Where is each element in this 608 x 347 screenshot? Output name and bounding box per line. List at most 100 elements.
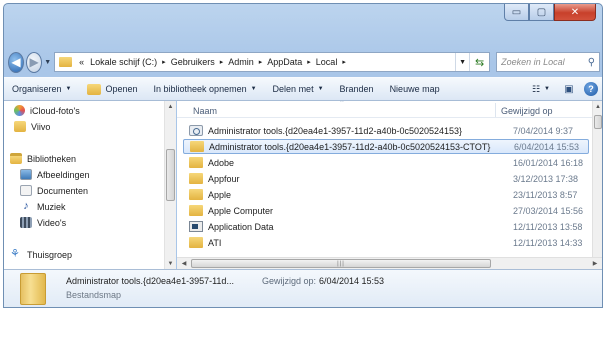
column-header-row: ⌃ Naam Gewijzigd op	[177, 101, 602, 118]
file-row[interactable]: Application Data 12/11/2013 13:58	[183, 219, 589, 234]
breadcrumb-local-disk[interactable]: Lokale schijf (C:)	[90, 57, 157, 67]
scroll-up-icon[interactable]: ▲	[593, 104, 602, 110]
folder-icon	[59, 57, 73, 67]
file-row[interactable]: Appfour 3/12/2013 17:38	[183, 171, 589, 186]
chevron-right-icon[interactable]: ▸	[307, 58, 311, 66]
arrow-left-icon: ◀	[11, 55, 21, 69]
icloud-icon	[14, 105, 25, 116]
scroll-thumb[interactable]	[594, 115, 602, 129]
search-placeholder: Zoeken in Local	[501, 57, 565, 67]
organize-button[interactable]: Organiseren ▼	[4, 78, 79, 100]
folder-icon	[189, 205, 203, 216]
back-button[interactable]: ◀	[8, 51, 25, 73]
file-row[interactable]: Apple Computer 27/03/2014 15:56	[183, 203, 589, 218]
address-row: ◀ ▶ ▼ « Lokale schijf (C:) ▸ Gebruikers …	[8, 50, 601, 74]
file-name: Administrator tools.{d20ea4e1-3957-11d2-…	[209, 141, 491, 152]
open-button[interactable]: Openen	[79, 78, 145, 100]
close-button[interactable]: ✕	[554, 4, 596, 21]
preview-pane-button[interactable]: ▣	[558, 78, 580, 100]
file-row[interactable]: ATI 12/11/2013 14:33	[183, 235, 589, 250]
arrow-right-icon: ▶	[29, 55, 39, 69]
include-library-label: In bibliotheek opnemen	[153, 84, 247, 94]
forward-button[interactable]: ▶	[26, 51, 43, 73]
breadcrumb-overflow[interactable]: «	[79, 57, 84, 67]
column-divider[interactable]	[495, 103, 496, 117]
nav-item-homegroup[interactable]: ⚘ Thuisgroep	[10, 249, 72, 260]
file-row[interactable]: Administrator tools.{d20ea4e1-3957-11d2-…	[183, 123, 589, 138]
search-input[interactable]: Zoeken in Local ⚲	[496, 52, 601, 72]
breadcrumb-admin[interactable]: Admin	[228, 57, 254, 67]
nav-label: Muziek	[37, 201, 66, 212]
breadcrumb-appdata[interactable]: AppData	[267, 57, 302, 67]
column-header-name[interactable]: Naam	[193, 106, 217, 116]
share-with-button[interactable]: Delen met ▼	[265, 78, 332, 100]
chevron-right-icon[interactable]: ▸	[342, 58, 346, 66]
file-row[interactable]: Apple 23/11/2013 8:57	[183, 187, 589, 202]
dropdown-arrow-icon: ▼	[544, 86, 550, 92]
file-name: Administrator tools.{d20ea4e1-3957-11d2-…	[208, 125, 463, 136]
chevron-right-icon[interactable]: ▸	[162, 58, 166, 66]
folder-icon	[189, 189, 203, 200]
file-date: 6/04/2014 15:53	[514, 141, 580, 152]
scroll-thumb[interactable]: |||	[191, 259, 491, 268]
chevron-right-icon[interactable]: ▸	[259, 58, 263, 66]
search-icon[interactable]: ⚲	[588, 57, 595, 68]
file-list-horizontal-scrollbar[interactable]: ◀ ||| ▶	[177, 257, 602, 269]
file-date: 3/12/2013 17:38	[513, 173, 579, 184]
nav-item-libraries[interactable]: Bibliotheken	[10, 153, 76, 164]
details-pane: Administrator tools.{d20ea4e1-3957-11d..…	[4, 269, 602, 307]
shortcut-folder-icon	[189, 221, 203, 232]
burn-button[interactable]: Branden	[332, 78, 382, 100]
file-list: ⌃ Naam Gewijzigd op Administrator tools.…	[177, 101, 602, 257]
view-list-icon: ☷	[531, 83, 541, 94]
nav-item-viivo[interactable]: Viivo	[14, 121, 50, 132]
file-name: Adobe	[208, 157, 235, 168]
file-date: 12/11/2013 14:33	[513, 237, 583, 248]
details-modified-value: 6/04/2014 15:53	[319, 276, 385, 286]
file-date: 23/11/2013 8:57	[513, 189, 578, 200]
nav-item-music[interactable]: ♪ Muziek	[20, 200, 66, 212]
file-name: ATI	[208, 237, 222, 248]
chevron-right-icon[interactable]: ▸	[220, 58, 224, 66]
address-dropdown-icon[interactable]: ▼	[455, 53, 469, 71]
file-row[interactable]: Adobe 16/01/2014 16:18	[183, 155, 589, 170]
music-icon: ♪	[23, 200, 29, 212]
pictures-icon	[20, 169, 32, 180]
refresh-icon[interactable]: ⇆	[469, 53, 489, 71]
breadcrumb-users[interactable]: Gebruikers	[171, 57, 215, 67]
folder-icon	[189, 237, 203, 248]
scroll-left-icon[interactable]: ◀	[179, 258, 189, 269]
nav-item-pictures[interactable]: Afbeeldingen	[20, 169, 90, 180]
scroll-right-icon[interactable]: ▶	[590, 258, 600, 269]
homegroup-icon: ⚘	[10, 248, 20, 260]
scroll-down-icon[interactable]: ▼	[165, 258, 176, 269]
address-bar[interactable]: « Lokale schijf (C:) ▸ Gebruikers ▸ Admi…	[54, 52, 491, 72]
videos-icon	[20, 217, 32, 228]
folder-icon	[20, 273, 46, 305]
view-options-button[interactable]: ☷ ▼	[524, 78, 558, 100]
scroll-up-icon[interactable]: ▲	[165, 101, 176, 112]
recent-locations-dropdown[interactable]: ▼	[44, 59, 51, 66]
include-in-library-button[interactable]: In bibliotheek opnemen ▼	[146, 78, 265, 100]
nav-item-documents[interactable]: Documenten	[20, 185, 88, 196]
dropdown-arrow-icon: ▼	[317, 86, 324, 92]
nav-item-icloud-photos[interactable]: iCloud-foto's	[14, 105, 80, 116]
file-date: 7/04/2014 9:37	[513, 125, 574, 136]
new-folder-button[interactable]: Nieuwe map	[382, 78, 448, 100]
nav-label: Bibliotheken	[27, 153, 77, 164]
column-header-date-modified[interactable]: Gewijzigd op	[501, 106, 553, 116]
scroll-thumb[interactable]	[166, 149, 175, 201]
file-date: 27/03/2014 15:56	[513, 205, 584, 216]
maximize-button[interactable]: ▢	[529, 4, 554, 21]
file-list-vertical-scrollbar[interactable]: ▲	[592, 101, 602, 257]
file-row-selected[interactable]: Administrator tools.{d20ea4e1-3957-11d2-…	[183, 139, 589, 154]
minimize-button[interactable]: ▭	[504, 4, 529, 21]
details-item-name: Administrator tools.{d20ea4e1-3957-11d..…	[66, 276, 234, 286]
file-date: 12/11/2013 13:58	[513, 221, 583, 232]
nav-pane-scrollbar[interactable]: ▲ ▼	[164, 101, 176, 269]
breadcrumb-local[interactable]: Local	[316, 57, 338, 67]
nav-item-videos[interactable]: Video's	[20, 217, 66, 228]
dropdown-arrow-icon: ▼	[250, 86, 257, 92]
file-date: 16/01/2014 16:18	[513, 157, 584, 168]
help-button[interactable]: ?	[580, 78, 602, 100]
